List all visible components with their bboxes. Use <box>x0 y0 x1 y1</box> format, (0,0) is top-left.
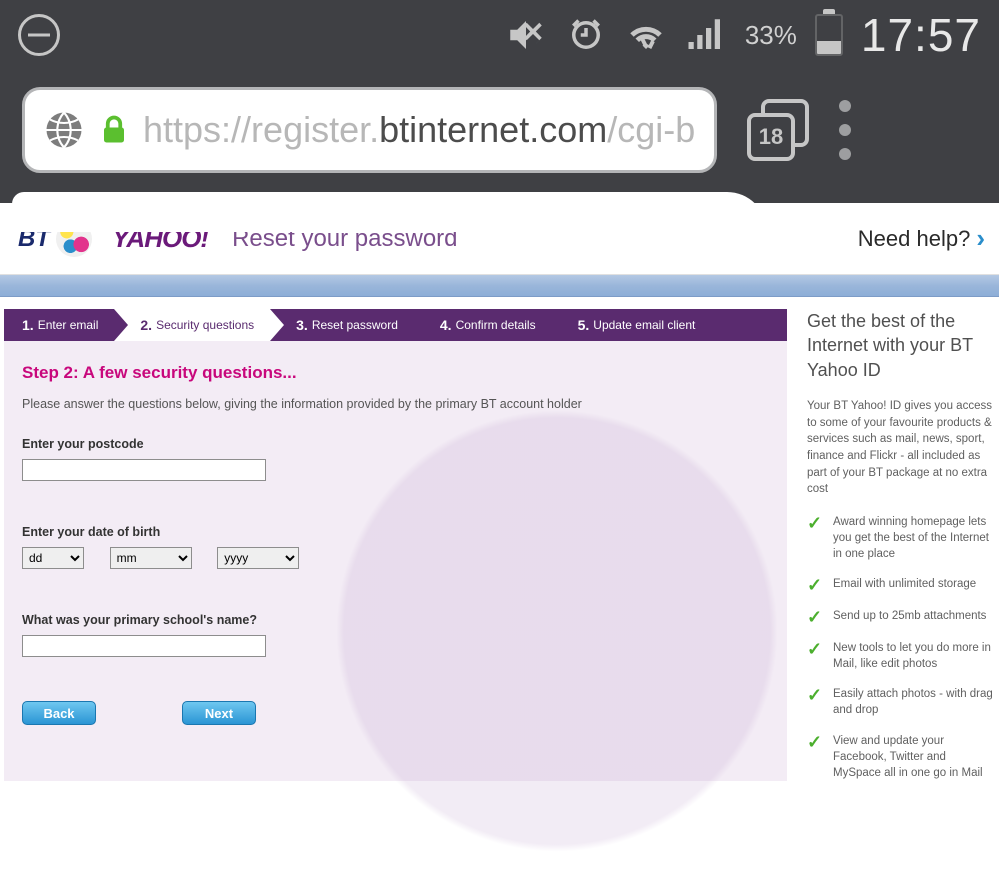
chevron-right-icon: › <box>976 223 985 254</box>
battery-icon <box>815 14 843 56</box>
school-field: What was your primary school's name? <box>22 613 769 657</box>
check-icon: ✓ <box>807 733 823 781</box>
step-2[interactable]: 2.Security questions <box>114 309 270 341</box>
dob-day-select[interactable]: dd <box>22 547 84 569</box>
battery-percent: 33% <box>745 20 797 51</box>
school-label: What was your primary school's name? <box>22 613 769 627</box>
dob-field: Enter your date of birth dd mm yyyy <box>22 525 769 569</box>
back-button[interactable]: Back <box>22 701 96 725</box>
school-input[interactable] <box>22 635 266 657</box>
step-title: Step 2: A few security questions... <box>22 363 769 383</box>
url-text: https://register.btinternet.com/cgi-b <box>143 109 695 151</box>
divider-strip <box>0 275 999 297</box>
list-item: ✓Send up to 25mb attachments <box>807 608 995 626</box>
tabs-button[interactable]: 18 <box>747 99 809 161</box>
clock: 17:57 <box>861 8 981 62</box>
progress-steps: 1.Enter email 2.Security questions 3.Res… <box>4 309 787 341</box>
status-bar: 33% 17:57 <box>0 0 999 70</box>
browser-toolbar: https://register.btinternet.com/cgi-b 18 <box>0 70 999 190</box>
browser-menu-button[interactable] <box>839 100 851 160</box>
list-item: ✓Easily attach photos - with drag and dr… <box>807 686 995 718</box>
do-not-disturb-icon <box>18 14 60 56</box>
wifi-icon <box>625 14 667 56</box>
list-item: ✓Award winning homepage lets you get the… <box>807 514 995 562</box>
dob-label: Enter your date of birth <box>22 525 769 539</box>
postcode-field: Enter your postcode <box>22 437 769 481</box>
sidebar: Get the best of the Internet with your B… <box>807 309 995 795</box>
tabs-count: 18 <box>747 113 795 161</box>
next-button[interactable]: Next <box>182 701 256 725</box>
check-icon: ✓ <box>807 514 823 562</box>
postcode-label: Enter your postcode <box>22 437 769 451</box>
lock-icon <box>99 111 129 149</box>
list-item: ✓New tools to let you do more in Mail, l… <box>807 640 995 672</box>
list-item: ✓Email with unlimited storage <box>807 576 995 594</box>
android-chrome: 33% 17:57 https://register.btinternet.co… <box>0 0 999 203</box>
help-link-label: Need help? <box>858 226 971 252</box>
postcode-input[interactable] <box>22 459 266 481</box>
step-5[interactable]: 5.Update email client <box>552 309 712 341</box>
mute-icon <box>505 14 547 56</box>
dob-month-select[interactable]: mm <box>110 547 192 569</box>
help-link[interactable]: Need help? › <box>858 223 985 254</box>
list-item: ✓View and update your Facebook, Twitter … <box>807 733 995 781</box>
form-area: Step 2: A few security questions... Plea… <box>4 341 787 781</box>
feature-list: ✓Award winning homepage lets you get the… <box>807 514 995 781</box>
alarm-icon <box>565 14 607 56</box>
address-bar[interactable]: https://register.btinternet.com/cgi-b <box>22 87 717 173</box>
sidebar-heading: Get the best of the Internet with your B… <box>807 309 995 382</box>
step-1[interactable]: 1.Enter email <box>4 309 114 341</box>
form-intro: Please answer the questions below, givin… <box>22 397 769 411</box>
signal-icon <box>685 14 727 56</box>
dob-year-select[interactable]: yyyy <box>217 547 299 569</box>
sidebar-blurb: Your BT Yahoo! ID gives you access to so… <box>807 398 995 498</box>
globe-icon <box>43 109 85 151</box>
step-3[interactable]: 3.Reset password <box>270 309 414 341</box>
step-4[interactable]: 4.Confirm details <box>414 309 552 341</box>
